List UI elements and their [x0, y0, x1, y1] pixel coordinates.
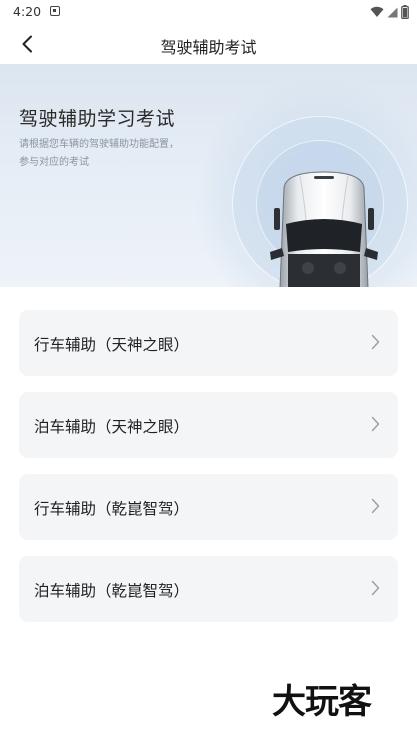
- battery-icon: [401, 5, 409, 19]
- chevron-right-icon: [371, 498, 380, 514]
- status-bar: 4:20: [0, 0, 417, 24]
- menu-item-driving-assist-qiankun[interactable]: 行车辅助（乾崑智驾）: [19, 474, 398, 540]
- signal-icon: [387, 7, 398, 17]
- status-time: 4:20: [13, 4, 42, 19]
- exam-menu: 行车辅助（天神之眼） 泊车辅助（天神之眼） 行车辅助（乾崑智驾） 泊车辅助（乾崑…: [19, 310, 398, 638]
- menu-item-label: 行车辅助（天神之眼）: [34, 336, 190, 354]
- notification-icon: [50, 6, 60, 16]
- menu-item-parking-assist-tianshen[interactable]: 泊车辅助（天神之眼）: [19, 392, 398, 458]
- menu-item-label: 泊车辅助（乾崑智驾）: [34, 582, 190, 600]
- hero-banner: 驾驶辅助学习考试 请根据您车辆的驾驶辅助功能配置，参与对应的考试: [0, 64, 417, 287]
- car-illustration: [270, 171, 378, 287]
- nav-bar: 驾驶辅助考试: [0, 24, 417, 64]
- menu-item-driving-assist-tianshen[interactable]: 行车辅助（天神之眼）: [19, 310, 398, 376]
- chevron-right-icon: [371, 416, 380, 432]
- wifi-icon: [370, 6, 384, 18]
- watermark-logo: 大玩客: [272, 682, 372, 722]
- menu-item-label: 行车辅助（乾崑智驾）: [34, 500, 190, 518]
- menu-item-label: 泊车辅助（天神之眼）: [34, 418, 190, 436]
- hero-description: 请根据您车辆的驾驶辅助功能配置，参与对应的考试: [19, 139, 179, 168]
- page-title: 驾驶辅助考试: [160, 38, 257, 57]
- chevron-right-icon: [371, 580, 380, 596]
- menu-item-parking-assist-qiankun[interactable]: 泊车辅助（乾崑智驾）: [19, 556, 398, 622]
- status-icons: [370, 4, 409, 20]
- hero-title: 驾驶辅助学习考试: [19, 108, 176, 130]
- chevron-right-icon: [371, 334, 380, 350]
